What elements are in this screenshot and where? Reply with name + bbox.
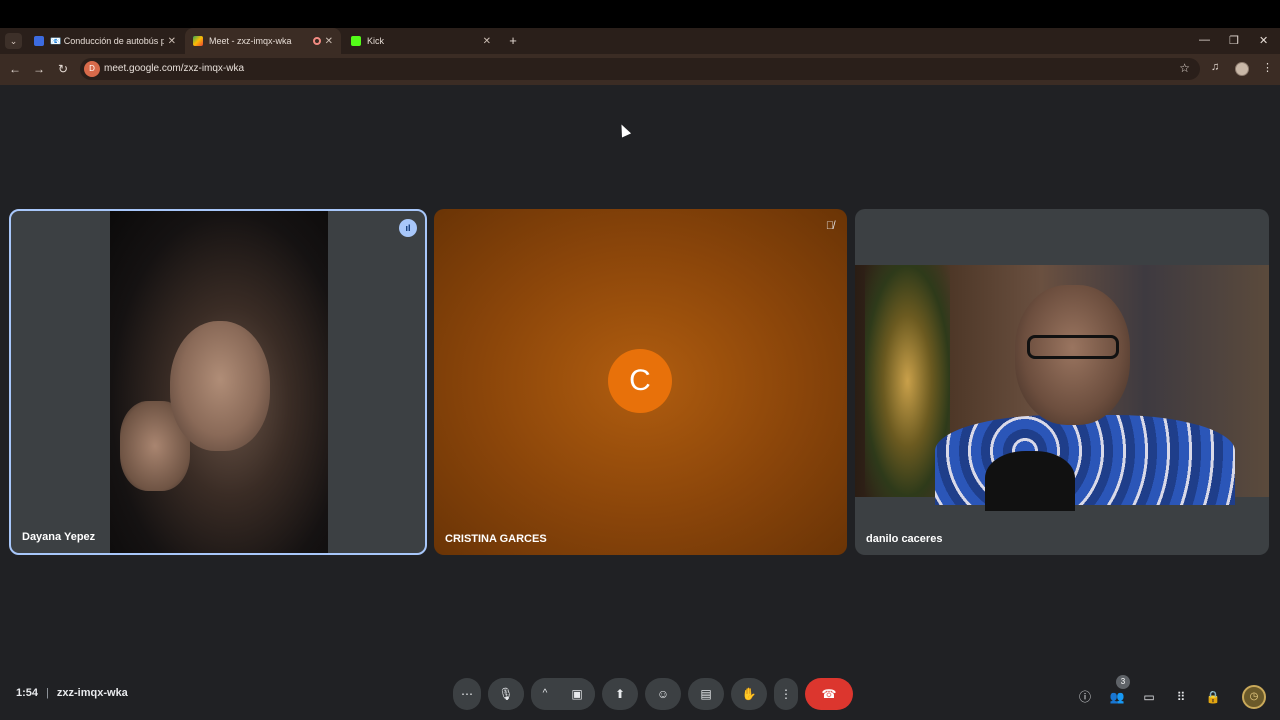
close-icon[interactable]: ✕ [483,36,491,47]
tab-kick[interactable]: Kick ✕ [343,28,499,54]
microphone-button[interactable]: 🎙 [488,678,524,710]
close-window-button[interactable]: ✕ [1259,34,1268,47]
host-controls-icon[interactable]: 🔒 [1204,688,1222,706]
divider: | [46,687,49,699]
reactions-button[interactable]: ☺ [645,678,681,710]
tab-meet[interactable]: Meet - zxz-imqx-wka ✕ [185,28,341,54]
new-tab-button[interactable]: + [505,32,521,50]
speaking-indicator-icon: ıl [399,219,417,237]
present-screen-button[interactable]: ⬆ [602,678,638,710]
video-glasses [1027,335,1119,359]
profile-avatar[interactable] [1235,62,1249,76]
tab-title: 📧 Conducción de autobús peligrosa [50,35,164,46]
raise-hand-button[interactable]: ✋ [731,678,767,710]
chat-icon[interactable]: ▭ [1140,688,1158,706]
site-info-icon[interactable]: D [84,61,100,77]
screen-top-bar [0,0,1280,28]
close-icon[interactable]: ✕ [325,36,333,47]
participant-name: danilo caceres [866,533,943,545]
restore-button[interactable]: ❐ [1229,34,1239,47]
bookmark-star-icon[interactable]: ☆ [1179,61,1190,75]
call-controls: ⋯ 🎙 ^ ▣ ⬆ ☺ ▤ ✋ ⋮ ☎ [453,678,853,710]
browser-toolbar: ← → ↻ D meet.google.com/zxz-imqx-wka ☆ ♫… [0,54,1280,85]
participant-avatar: C [608,349,672,413]
timer-icon[interactable]: ◷ [1242,685,1266,709]
participant-name: Dayana Yepez [22,531,96,543]
forward-button[interactable]: → [32,62,46,76]
meeting-time: 1:54 [16,687,39,699]
mic-muted-icon: 🎙̸ [825,220,835,232]
participant-tile-dayana[interactable]: ıl Dayana Yepez [9,209,427,555]
reload-button[interactable]: ↻ [56,62,70,76]
address-bar[interactable]: D meet.google.com/zxz-imqx-wka ☆ [80,58,1200,80]
media-control-icon[interactable]: ♫ [1211,61,1219,73]
meeting-info: 1:54 | zxz-imqx-wka [16,687,128,699]
more-audio-options-button[interactable]: ⋯ [453,678,481,710]
recording-icon [312,37,321,45]
meeting-code: zxz-imqx-wka [56,687,128,699]
url-text[interactable]: meet.google.com/zxz-imqx-wka [104,63,244,74]
tab-title: Meet - zxz-imqx-wka [209,36,292,46]
leave-call-button[interactable]: ☎ [805,678,853,710]
camera-button[interactable]: ▣ [559,678,595,710]
minimize-button[interactable]: — [1199,34,1210,46]
mic-control-group: 🎙 [488,678,524,710]
more-options-button[interactable]: ⋮ [774,678,798,710]
participant-video [855,265,1269,511]
participant-name: CRISTINA GARCES [445,533,547,545]
meeting-details-icon[interactable]: ⓘ [1076,688,1094,706]
video-face [170,321,270,451]
video-shirt [935,415,1235,505]
browser-menu-icon[interactable]: ⋮ [1262,61,1273,74]
camera-options-chevron-icon[interactable]: ^ [531,678,559,710]
meet-favicon-icon [193,36,203,46]
activities-icon[interactable]: ⠿ [1172,688,1190,706]
doc-favicon-icon [34,36,44,46]
tab-search-button[interactable]: ⌄ [5,33,22,49]
participant-video [110,211,328,553]
captions-button[interactable]: ▤ [688,678,724,710]
tab-strip: ⌄ 📧 Conducción de autobús peligrosa ✕ Me… [0,28,1280,54]
tab-title: Kick [367,36,385,46]
kick-favicon-icon [351,36,361,46]
side-panel-buttons: ⓘ 👥 3 ▭ ⠿ 🔒 ◷ [1076,675,1266,709]
participant-count-badge: 3 [1116,675,1130,689]
participant-tile-danilo[interactable]: danilo caceres [855,209,1269,555]
people-icon[interactable]: 👥 3 [1108,675,1130,706]
close-icon[interactable]: ✕ [168,36,176,47]
video-microphone [985,451,1075,511]
meet-stage: ıl Dayana Yepez 🎙̸ C CRISTINA GARCES dan… [0,85,1280,720]
camera-control-group: ^ ▣ [531,678,595,710]
back-button[interactable]: ← [8,62,22,76]
tab-autobus[interactable]: 📧 Conducción de autobús peligrosa ✕ [26,28,184,54]
participant-tile-cristina[interactable]: 🎙̸ C CRISTINA GARCES [434,209,847,555]
